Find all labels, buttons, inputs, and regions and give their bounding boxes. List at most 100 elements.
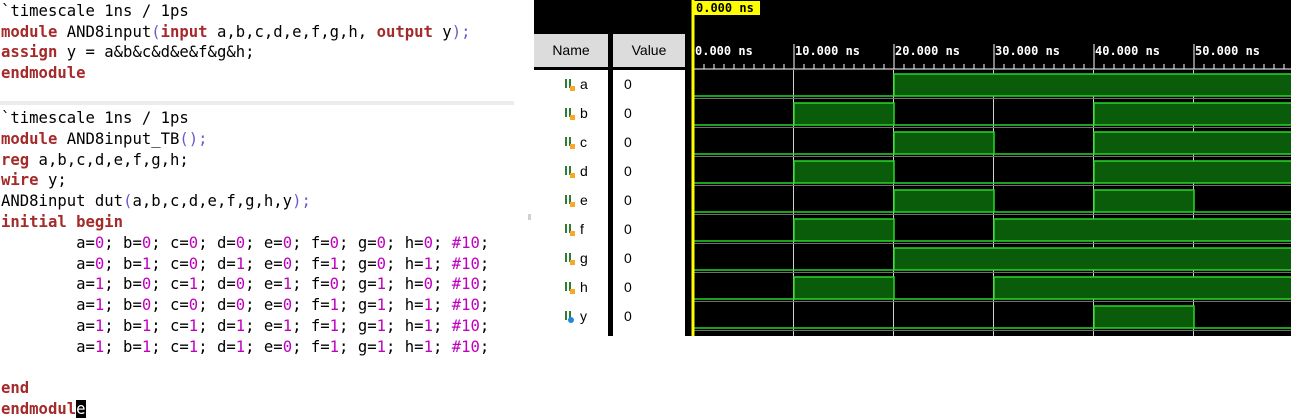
code-token: (: [151, 22, 161, 41]
code-token: ;: [479, 296, 490, 315]
code-line[interactable]: a=1; b=0; c=0; d=0; e=0; f=1; g=1; h=1; …: [1, 295, 489, 315]
code-line[interactable]: a=0; b=1; c=0; d=1; e=0; f=1; g=0; h=1; …: [1, 254, 489, 274]
code-token: ; d=: [198, 317, 236, 335]
code-token: 0: [235, 233, 246, 252]
time-tick-label: 0.000 ns: [695, 44, 753, 58]
code-token: endmodule: [1, 63, 86, 82]
code-line[interactable]: module AND8input_TB();: [1, 129, 208, 149]
code-token: 1: [235, 317, 246, 335]
code-line[interactable]: reg a,b,c,d,e,f,g,h;: [1, 150, 189, 170]
code-token: ; b=: [104, 233, 142, 252]
code-token: 1: [94, 317, 105, 335]
code-token: ; g=: [339, 233, 377, 252]
code-token: output: [376, 22, 433, 41]
code-line[interactable]: endmodule: [1, 399, 86, 419]
signal-high-segment: [1194, 219, 1294, 241]
signal-high-segment: [794, 219, 894, 241]
splitter-handle[interactable]: [528, 214, 531, 220]
code-token: ; b=: [104, 337, 142, 356]
code-line[interactable]: AND8input dut(a,b,c,d,e,f,g,h,y);: [1, 191, 311, 211]
code-token: #10: [451, 233, 480, 252]
signal-high-segment: [894, 248, 994, 270]
code-token: 0: [329, 275, 340, 294]
time-tick-label: 20.000 ns: [895, 44, 961, 58]
code-token: y = a&b&c&d&e&f&g&h;: [57, 43, 255, 61]
code-line[interactable]: endmodule: [1, 63, 86, 83]
design-code-editor[interactable]: `timescale 1ns / 1ps module AND8input(inp…: [0, 0, 528, 98]
code-token: 0: [376, 233, 386, 252]
code-token: ; g=: [339, 317, 377, 335]
code-token: 1: [282, 275, 293, 294]
code-line[interactable]: initial begin: [1, 212, 123, 232]
code-token: ;: [432, 233, 452, 252]
code-token: ; e=: [245, 337, 283, 356]
time-tick-label: 50.000 ns: [1195, 44, 1261, 58]
code-token: y;: [38, 171, 67, 190]
code-token: 1: [235, 337, 246, 356]
code-token: ; b=: [104, 296, 142, 315]
code-line[interactable]: module AND8input(input a,b,c,d,e,f,g,h, …: [1, 22, 470, 42]
code-token: 1: [329, 337, 340, 356]
code-token: 1: [235, 254, 246, 273]
code-token: ; e=: [245, 233, 283, 252]
code-token: ; f=: [292, 337, 330, 356]
testbench-code-editor[interactable]: `timescale 1ns / 1ps module AND8input_TB(…: [0, 108, 528, 419]
signal-high-segment: [894, 74, 994, 96]
signal-high-segment: [894, 190, 994, 212]
code-token: );: [292, 192, 311, 211]
code-token: assign: [1, 43, 58, 61]
code-token: ; c=: [151, 275, 189, 294]
code-token: `timescale 1ns / 1ps: [1, 109, 189, 127]
code-token: 1: [376, 275, 386, 294]
code-token: 0: [329, 233, 340, 252]
code-token: 1: [329, 296, 340, 315]
code-token: ;: [432, 296, 452, 315]
code-token: ; g=: [339, 337, 377, 356]
signal-trace-e: [694, 189, 1294, 213]
code-token: ; b=: [104, 317, 142, 335]
code-token: ; c=: [151, 296, 189, 315]
code-line[interactable]: end: [1, 378, 29, 398]
code-token: wire: [1, 171, 39, 190]
signal-high-segment: [994, 219, 1094, 241]
code-token: 1: [141, 317, 152, 335]
code-token: 0: [188, 254, 199, 273]
code-token: a,b,c,d,e,f,g,h;: [29, 150, 189, 169]
code-token: a=: [1, 275, 95, 294]
code-token: AND8input_TB: [57, 129, 180, 148]
code-token: ; g=: [339, 254, 377, 273]
code-token: a=: [1, 254, 95, 273]
code-line[interactable]: `timescale 1ns / 1ps: [1, 108, 189, 128]
signal-high-segment: [1194, 74, 1294, 96]
code-line[interactable]: assign y = a&b&c&d&e&f&g&h;: [1, 42, 255, 62]
code-line[interactable]: a=1; b=0; c=1; d=0; e=1; f=0; g=1; h=0; …: [1, 274, 489, 294]
code-line[interactable]: `timescale 1ns / 1ps: [1, 1, 189, 21]
code-token: ;: [432, 254, 452, 273]
code-line[interactable]: a=0; b=0; c=0; d=0; e=0; f=0; g=0; h=0; …: [1, 233, 489, 253]
signal-high-segment: [1094, 132, 1194, 154]
signal-high-segment: [1094, 74, 1194, 96]
code-line[interactable]: wire y;: [1, 170, 67, 190]
code-token: 1: [94, 296, 105, 315]
signal-high-segment: [994, 74, 1094, 96]
code-line[interactable]: a=1; b=1; c=1; d=1; e=0; f=1; g=1; h=1; …: [1, 337, 489, 357]
code-token: ;: [432, 337, 452, 356]
waveform-viewer: Name Value abcdefghy 000000000 0.000 ns 1…: [534, 0, 1296, 336]
code-token: 0: [282, 233, 293, 252]
code-token: ;: [479, 317, 490, 335]
code-token: ; c=: [151, 337, 189, 356]
signal-high-segment: [794, 277, 894, 299]
code-token: ; h=: [386, 233, 424, 252]
code-token: 1: [94, 337, 105, 356]
code-token: 1: [376, 337, 386, 356]
code-token: reg: [1, 150, 30, 169]
code-token: 0: [235, 275, 246, 294]
code-token: ; d=: [198, 254, 236, 273]
code-token: 0: [188, 296, 199, 315]
code-token: ; e=: [245, 275, 283, 294]
code-token: ; b=: [104, 275, 142, 294]
time-tick-label: 10.000 ns: [795, 44, 861, 58]
code-line[interactable]: a=1; b=1; c=1; d=1; e=1; f=1; g=1; h=1; …: [1, 316, 489, 336]
signal-high-segment: [894, 132, 994, 154]
code-token: input: [160, 22, 208, 41]
